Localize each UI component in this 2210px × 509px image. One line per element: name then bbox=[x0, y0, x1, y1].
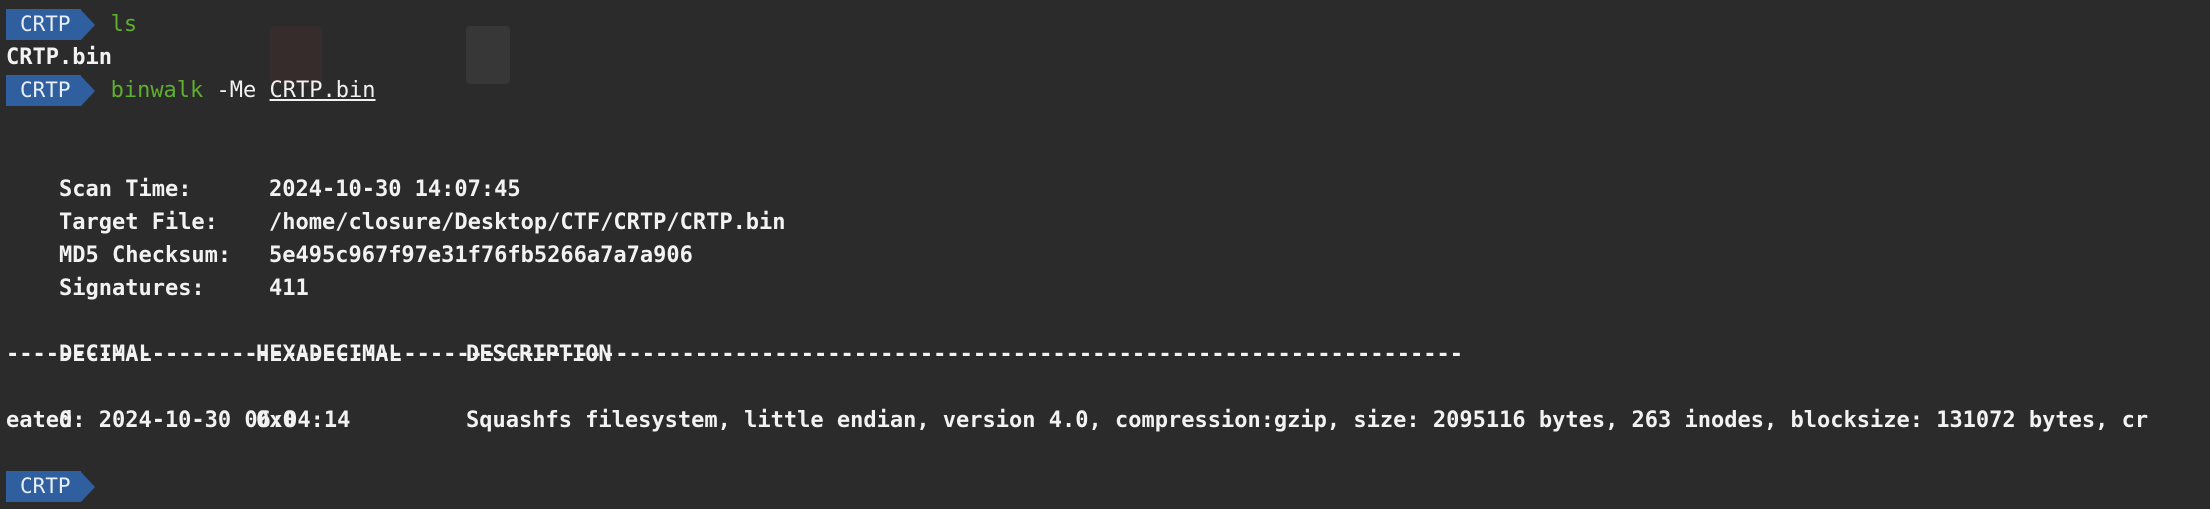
ls-output: CRTP.bin bbox=[6, 45, 112, 70]
prompt-line-3[interactable]: CRTP bbox=[6, 470, 95, 503]
command-name: ls bbox=[110, 12, 138, 37]
terminal-window[interactable]: CRTP ls CRTP.bin CRTP binwalk -Me CRTP.b… bbox=[0, 0, 2210, 509]
results-separator: ----------------------------------------… bbox=[6, 342, 1463, 367]
result-row: 0 0x0 Squashfs filesystem, little endian, … bbox=[6, 371, 2148, 433]
ghost-desktop-icon bbox=[466, 26, 510, 84]
scan-time-row: Scan Time: 2024-10-30 14:07:45 bbox=[6, 140, 521, 202]
signatures-value: 411 bbox=[268, 276, 309, 301]
command-text: binwalk -Me CRTP.bin bbox=[111, 74, 376, 107]
prompt-badge: CRTP bbox=[6, 9, 81, 40]
result-description: Squashfs filesystem, little endian, vers… bbox=[465, 408, 2149, 433]
command-text: ls bbox=[111, 8, 138, 41]
md5-value: 5e495c967f97e31f76fb5266a7a7a906 bbox=[268, 243, 693, 268]
prompt-badge: CRTP bbox=[6, 75, 81, 106]
md5-row: MD5 Checksum: 5e495c967f97e31f76fb5266a7a… bbox=[6, 206, 693, 268]
prompt-arrow-icon bbox=[80, 9, 95, 40]
signatures-row: Signatures: 411 bbox=[6, 239, 309, 301]
prompt-line-1: CRTP ls bbox=[6, 8, 137, 41]
target-file-row: Target File:/home/closure/Desktop/CTF/CR… bbox=[6, 173, 786, 235]
result-description-continued: eated: 2024-10-30 06:04:14 bbox=[6, 408, 351, 433]
prompt-badge: CRTP bbox=[6, 471, 81, 502]
prompt-line-2: CRTP binwalk -Me CRTP.bin bbox=[6, 74, 376, 107]
command-name: binwalk bbox=[110, 78, 204, 103]
command-argument: CRTP.bin bbox=[269, 78, 376, 103]
command-flag: -Me bbox=[216, 78, 257, 103]
signatures-label: Signatures: bbox=[58, 276, 205, 301]
prompt-arrow-icon bbox=[80, 75, 95, 106]
results-header-row: DECIMAL HEXADECIMAL DESCRIPTION bbox=[6, 305, 612, 367]
prompt-arrow-icon bbox=[80, 471, 95, 502]
